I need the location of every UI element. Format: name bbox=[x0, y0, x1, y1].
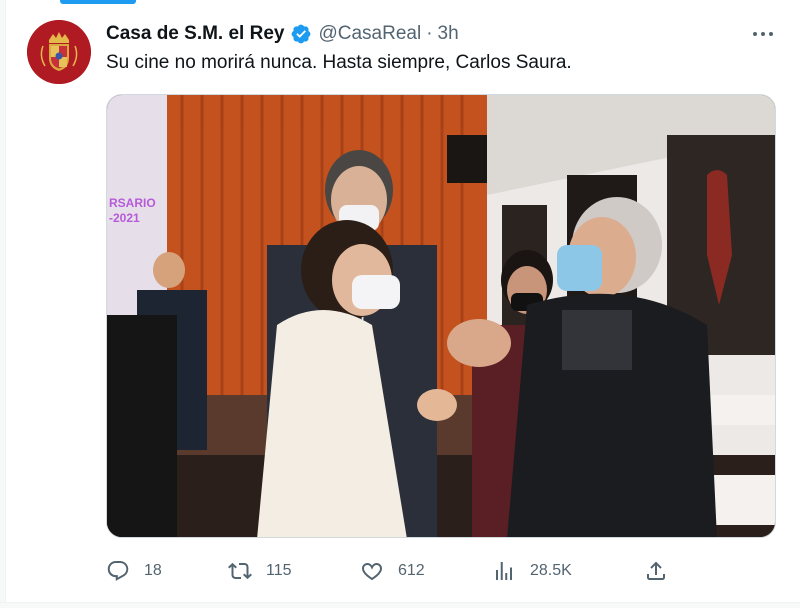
banner-text-line1: RSARIO bbox=[109, 196, 156, 210]
reply-count: 18 bbox=[144, 562, 162, 579]
more-dots-icon[interactable] bbox=[748, 24, 778, 44]
retweet-count: 115 bbox=[266, 562, 292, 579]
retweet-icon bbox=[228, 559, 252, 583]
tweet[interactable]: Casa de S.M. el Rey @CasaReal · 3h Su ci… bbox=[0, 0, 800, 608]
like-count: 612 bbox=[398, 562, 425, 579]
verified-badge-icon bbox=[290, 23, 312, 45]
heart-icon bbox=[360, 559, 384, 583]
views-bar-chart-icon bbox=[492, 559, 516, 583]
share-button[interactable] bbox=[644, 556, 668, 586]
avatar[interactable] bbox=[27, 20, 91, 84]
views-button[interactable]: 28.5K bbox=[492, 556, 572, 586]
tweet-text: Su cine no morirá nunca. Hasta siempre, … bbox=[106, 52, 572, 73]
like-button[interactable]: 612 bbox=[360, 556, 425, 586]
bottom-divider bbox=[0, 602, 800, 608]
header-separator: · bbox=[426, 23, 433, 44]
reply-icon bbox=[106, 559, 130, 583]
author-display-name[interactable]: Casa de S.M. el Rey bbox=[106, 23, 284, 45]
banner-text-line2: -2021 bbox=[109, 211, 140, 225]
royal-crest-icon bbox=[27, 20, 91, 84]
tweet-photo[interactable]: RSARIO -2021 bbox=[106, 94, 776, 538]
reply-button[interactable]: 18 bbox=[106, 556, 162, 586]
retweet-button[interactable]: 115 bbox=[228, 556, 292, 586]
views-count: 28.5K bbox=[530, 562, 572, 579]
author-handle[interactable]: @CasaReal bbox=[318, 23, 421, 45]
tweet-header: Casa de S.M. el Rey @CasaReal · 3h bbox=[106, 20, 459, 48]
tweet-actions: 18 115 612 28.5K bbox=[106, 556, 676, 586]
tweet-timestamp[interactable]: 3h bbox=[438, 23, 459, 45]
share-upload-icon bbox=[644, 559, 668, 583]
